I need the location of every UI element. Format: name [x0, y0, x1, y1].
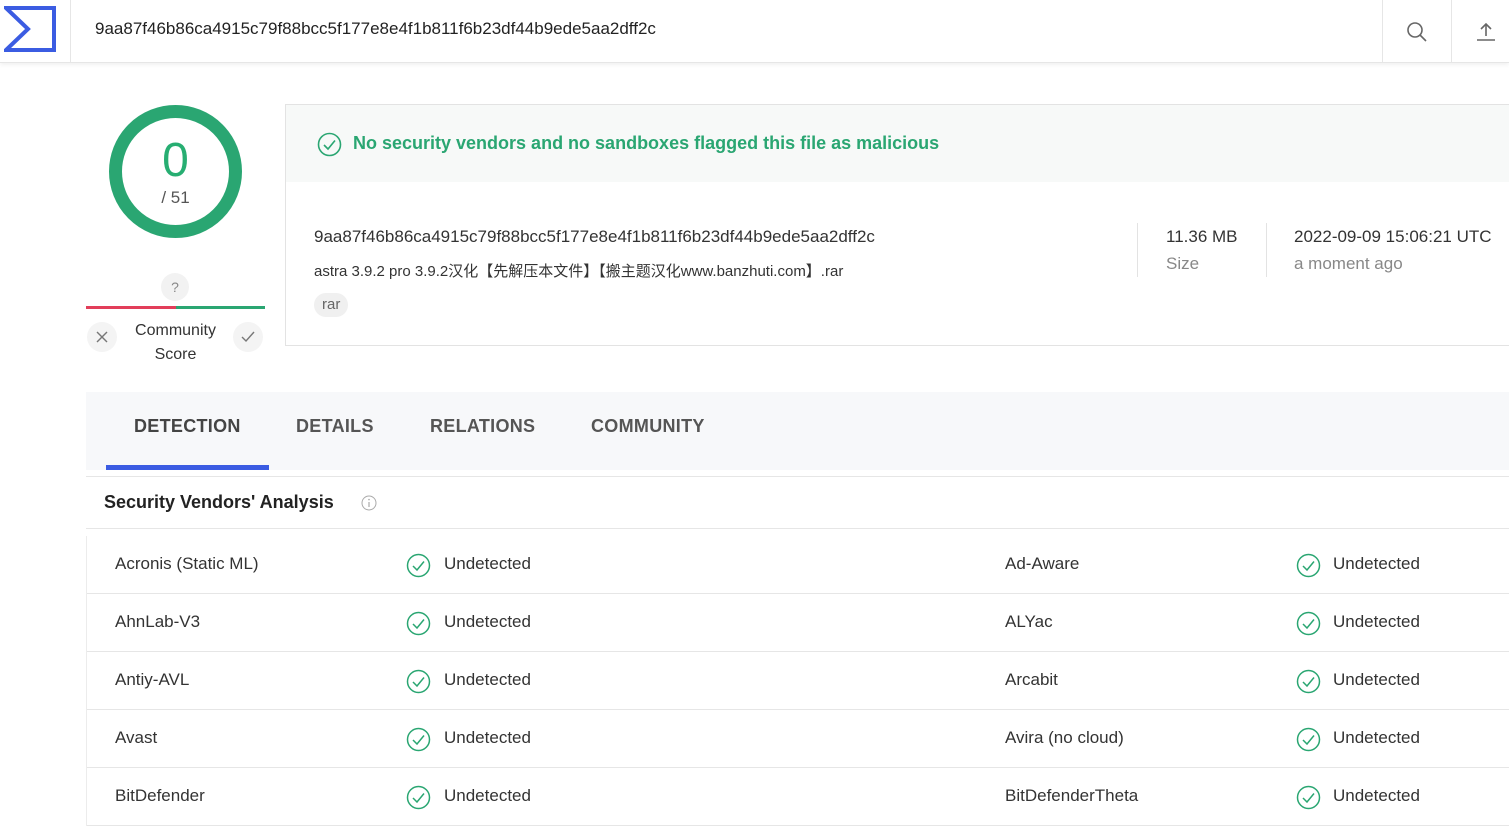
table-row: Acronis (Static ML) Undetected Ad-Aware … [87, 536, 1509, 594]
vendor-name: BitDefender [115, 786, 205, 805]
search-button[interactable] [1382, 0, 1451, 63]
vendor-result: Undetected [444, 554, 531, 573]
virustotal-logo-icon [4, 6, 56, 52]
check-circle-icon [406, 669, 431, 694]
logo[interactable] [0, 0, 71, 63]
vendor-result: Undetected [1333, 670, 1420, 689]
table-row: Avast Undetected Avira (no cloud) Undete… [87, 710, 1509, 768]
vendor-result: Undetected [1333, 786, 1420, 805]
score-bar-harmless [176, 306, 265, 309]
check-circle-icon [406, 553, 431, 578]
table-row: BitDefender Undetected BitDefenderTheta … [87, 768, 1509, 826]
vendor-name: ALYac [1005, 612, 1053, 631]
tab-details[interactable]: DETAILS [296, 416, 374, 437]
divider [1137, 223, 1138, 277]
close-icon [96, 331, 108, 343]
check-circle-icon [406, 785, 431, 810]
vendor-result: Undetected [444, 728, 531, 747]
vendor-name: Avira (no cloud) [1005, 728, 1124, 747]
vendor-result: Undetected [444, 612, 531, 631]
verdict-text: No security vendors and no sandboxes fla… [353, 133, 940, 153]
check-icon [241, 331, 255, 343]
file-size-value: 11.36 MB [1166, 227, 1238, 246]
vendor-name: Arcabit [1005, 670, 1058, 689]
check-circle-icon [1296, 611, 1321, 636]
check-circle-icon [1296, 553, 1321, 578]
community-score-label: Community Score [135, 322, 216, 363]
table-row: AhnLab-V3 Undetected ALYac Undetected [87, 594, 1509, 652]
detection-total: / 51 [161, 188, 190, 207]
vendor-name: Antiy-AVL [115, 670, 190, 689]
community-score-badge: ? [161, 273, 189, 301]
table-row: Antiy-AVL Undetected Arcabit Undetected [87, 652, 1509, 710]
file-name: astra 3.9.2 pro 3.9.2汉化【先解压本文件】【搬主题汉化www… [314, 263, 844, 280]
vendor-result: Undetected [1333, 554, 1420, 573]
vendor-table: Acronis (Static ML) Undetected Ad-Aware … [86, 536, 1509, 826]
divider [86, 476, 1509, 477]
vendor-result: Undetected [444, 670, 531, 689]
top-bar [0, 0, 1509, 63]
check-circle-icon [406, 727, 431, 752]
vendor-name: Ad-Aware [1005, 554, 1080, 573]
check-circle-icon [406, 611, 431, 636]
vendor-name: AhnLab-V3 [115, 612, 201, 631]
score-bar-malicious [86, 306, 176, 309]
search-input[interactable] [95, 17, 1295, 41]
scan-date-relative: a moment ago [1294, 254, 1403, 273]
search-icon [1407, 21, 1427, 42]
check-circle-icon [1296, 669, 1321, 694]
file-type-tag[interactable]: rar [314, 293, 349, 317]
scan-date-value: 2022-09-09 15:06:21 UTC [1294, 227, 1492, 246]
divider [86, 528, 1509, 529]
vendor-result: Undetected [1333, 728, 1420, 747]
tab-community[interactable]: COMMUNITY [591, 416, 705, 437]
vendor-result: Undetected [1333, 612, 1420, 631]
divider [1266, 223, 1267, 277]
vote-malicious-button[interactable] [87, 322, 117, 352]
check-circle-icon [1296, 785, 1321, 810]
tab-detection[interactable]: DETECTION [134, 416, 241, 437]
check-circle-icon [317, 132, 342, 157]
verdict-banner: No security vendors and no sandboxes fla… [286, 105, 1509, 182]
report-tabs: DETECTION DETAILS RELATIONS COMMUNITY [86, 392, 1509, 470]
vote-harmless-button[interactable] [233, 322, 263, 352]
file-summary-card: No security vendors and no sandboxes fla… [285, 104, 1509, 346]
file-size-label: Size [1166, 254, 1200, 273]
section-title: Security Vendors' Analysis [104, 492, 334, 512]
active-tab-indicator [106, 465, 269, 470]
detection-count: 0 [162, 134, 189, 187]
upload-icon [1477, 22, 1495, 41]
upload-button[interactable] [1451, 0, 1509, 63]
file-hash[interactable]: 9aa87f46b86ca4915c79f88bcc5f177e8e4f1b81… [314, 227, 875, 247]
check-circle-icon [1296, 727, 1321, 752]
vendor-name: Acronis (Static ML) [115, 554, 259, 573]
vendor-name: BitDefenderTheta [1005, 786, 1139, 805]
community-score-bar [86, 306, 265, 309]
vendor-name: Avast [115, 728, 158, 747]
tab-relations[interactable]: RELATIONS [430, 416, 535, 437]
vendor-result: Undetected [444, 786, 531, 805]
info-icon[interactable] [361, 495, 377, 511]
